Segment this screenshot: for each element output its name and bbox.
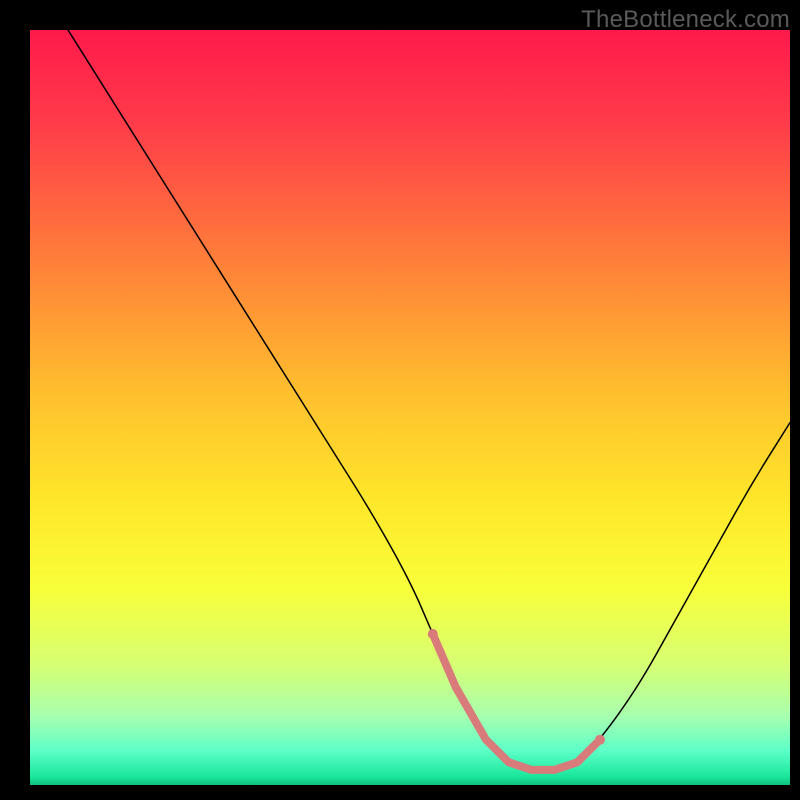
chart-frame: TheBottleneck.com (0, 0, 800, 800)
watermark-text: TheBottleneck.com (581, 6, 790, 34)
highlight-endcap (428, 629, 438, 639)
gradient-background (30, 30, 790, 785)
highlight-endcap (595, 735, 605, 745)
bottleneck-chart (0, 0, 800, 800)
